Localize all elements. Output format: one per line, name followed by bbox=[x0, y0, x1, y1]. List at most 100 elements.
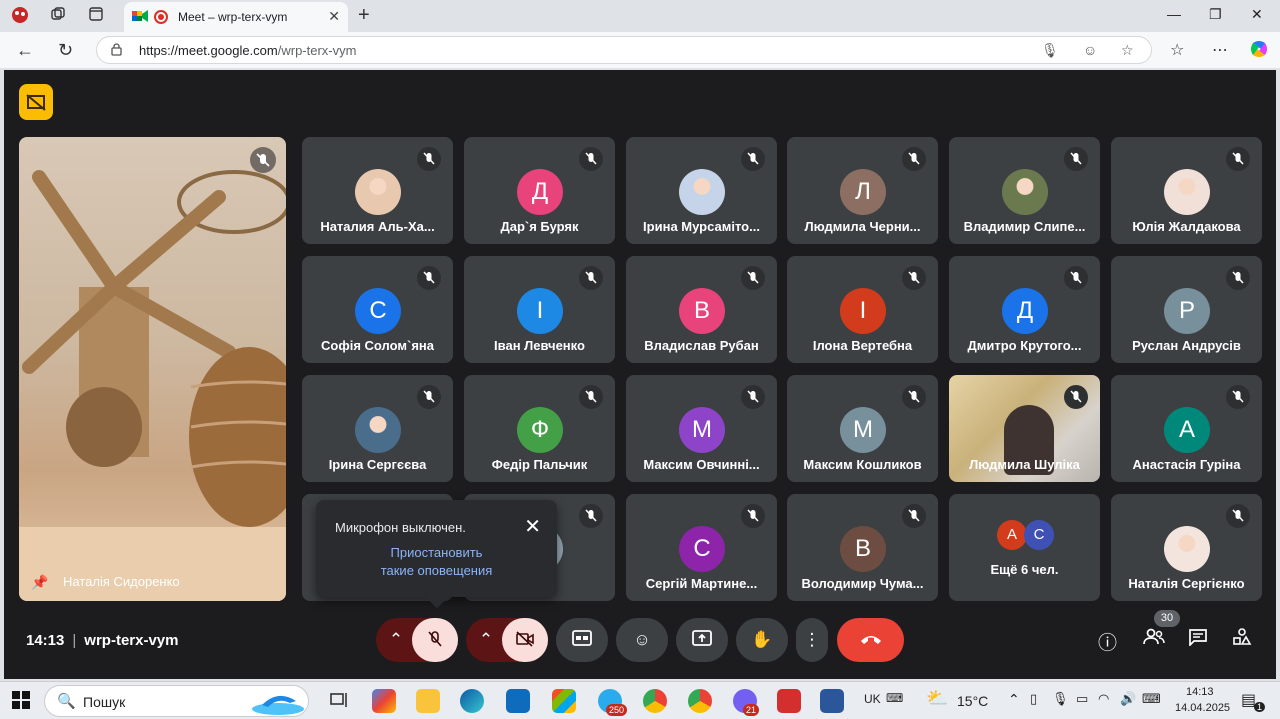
participant-name: Максим Овчинні... bbox=[643, 457, 760, 472]
tab-actions-icon[interactable] bbox=[86, 6, 106, 26]
back-button[interactable]: ← bbox=[16, 40, 34, 61]
present-icon bbox=[676, 630, 728, 651]
acrobat-icon[interactable] bbox=[777, 689, 801, 713]
participant-tile[interactable]: А С Ещё 6 чел. bbox=[949, 494, 1100, 601]
copilot-icon[interactable] bbox=[1249, 39, 1269, 64]
tab-close-icon[interactable]: ✕ bbox=[328, 8, 340, 25]
participant-tile[interactable]: Ф Федір Пальчик bbox=[464, 375, 615, 482]
weather-temp[interactable]: 15°C bbox=[957, 693, 988, 709]
reload-button[interactable]: ↻ bbox=[58, 40, 73, 61]
participant-tile[interactable]: Ірина Сергєєва bbox=[302, 375, 453, 482]
profile-icon[interactable] bbox=[10, 6, 30, 26]
keyboard-icon[interactable]: ⌨ bbox=[886, 691, 903, 705]
meeting-details-icon[interactable]: ⓘ bbox=[1098, 628, 1117, 655]
tray-phone-icon[interactable]: ▯ bbox=[1030, 691, 1037, 707]
activities-icon[interactable] bbox=[1232, 628, 1252, 652]
leave-call-button[interactable] bbox=[837, 618, 904, 662]
people-icon[interactable] bbox=[1143, 628, 1165, 652]
mic-permission-icon[interactable]: 🎙 bbox=[1041, 42, 1059, 59]
favorite-star-icon[interactable]: ☆ bbox=[1121, 42, 1134, 59]
raise-hand-button[interactable]: ✋ bbox=[736, 618, 788, 662]
tray-chevron-icon[interactable]: ⌃ bbox=[1008, 691, 1020, 708]
captions-button[interactable] bbox=[556, 618, 608, 662]
participant-tile[interactable]: Наталия Аль-Ха... bbox=[302, 137, 453, 244]
tray-keyboard-icon[interactable]: ⌨ bbox=[1142, 691, 1161, 707]
participant-tile[interactable]: М Максим Кошликов bbox=[787, 375, 938, 482]
clock-date[interactable]: 14.04.2025 bbox=[1175, 702, 1230, 714]
participant-tile[interactable]: В Владислав Рубан bbox=[626, 256, 777, 363]
word-icon[interactable] bbox=[820, 689, 844, 713]
participant-name: Ещё 6 чел. bbox=[990, 562, 1059, 577]
mic-options-chevron-icon[interactable]: ⌃ bbox=[376, 630, 416, 650]
participant-tile[interactable]: Д Дмитро Крутого... bbox=[949, 256, 1100, 363]
tray-wifi-icon[interactable]: ◠ bbox=[1098, 691, 1109, 707]
participant-tile[interactable]: М Максим Овчинні... bbox=[626, 375, 777, 482]
tray-battery-icon[interactable]: ▭ bbox=[1076, 691, 1088, 707]
participant-tile[interactable]: І Ілона Вертебна bbox=[787, 256, 938, 363]
windows-start-icon[interactable] bbox=[10, 689, 34, 713]
participant-tile[interactable]: Л Людмила Черни... bbox=[787, 137, 938, 244]
meet-control-bar: 14:13 | wrp-terx-vym ⌃ ⌃ ☺ ✋ ⋮ ⓘ 30 bbox=[4, 610, 1276, 679]
copilot-taskbar-icon[interactable] bbox=[372, 689, 396, 713]
participant-name: Ірина Мурсаміто... bbox=[643, 219, 760, 234]
participant-name: Ілона Вертебна bbox=[812, 338, 913, 353]
participant-avatar: Ф bbox=[517, 407, 563, 453]
participant-tile[interactable]: Юлія Жалдакова bbox=[1111, 137, 1262, 244]
participant-tile[interactable]: Р Руслан Андрусів bbox=[1111, 256, 1262, 363]
participant-tile[interactable]: Наталія Сергієнко bbox=[1111, 494, 1262, 601]
more-options-button[interactable]: ⋮ bbox=[796, 618, 828, 662]
participant-tile[interactable]: Д Дар`я Буряк bbox=[464, 137, 615, 244]
window-close-button[interactable]: ✕ bbox=[1251, 6, 1263, 23]
taskbar-search-box[interactable]: 🔍 Пошук bbox=[44, 685, 309, 717]
more-avatar-c: С bbox=[1024, 520, 1054, 550]
participant-tile[interactable]: І Іван Левченко bbox=[464, 256, 615, 363]
search-icon: 🔍 bbox=[57, 693, 76, 710]
edge-icon[interactable] bbox=[460, 689, 484, 713]
mic-toggle-button[interactable] bbox=[412, 618, 458, 662]
pin-icon[interactable]: 📌 bbox=[31, 574, 48, 591]
toast-close-icon[interactable]: ✕ bbox=[524, 514, 541, 539]
participant-tile[interactable]: В Володимир Чума... bbox=[787, 494, 938, 601]
tray-mic-icon[interactable]: 🎙 bbox=[1052, 691, 1069, 707]
clock-time[interactable]: 14:13 bbox=[1186, 686, 1214, 698]
participant-tile[interactable]: Людмила Шуліка bbox=[949, 375, 1100, 482]
new-tab-button[interactable]: + bbox=[358, 4, 370, 27]
language-indicator[interactable]: UK bbox=[864, 692, 881, 706]
mic-off-icon bbox=[1226, 504, 1250, 528]
file-explorer-icon[interactable] bbox=[416, 689, 440, 713]
tab-meet[interactable]: Meet – wrp-terx-vym ✕ bbox=[124, 2, 348, 32]
participant-avatar: Д bbox=[517, 169, 563, 215]
present-screen-button[interactable] bbox=[676, 618, 728, 662]
camera-options-chevron-icon[interactable]: ⌃ bbox=[466, 630, 506, 650]
minimize-button[interactable]: — bbox=[1167, 6, 1181, 22]
chrome-profile-icon[interactable] bbox=[688, 689, 712, 713]
participant-avatar: С bbox=[679, 526, 725, 572]
emoji-icon[interactable]: ☺ bbox=[1083, 42, 1097, 58]
favorites-icon[interactable]: ☆ bbox=[1170, 40, 1184, 60]
chat-icon[interactable] bbox=[1188, 628, 1208, 652]
pinned-mic-off-icon bbox=[250, 147, 276, 173]
mic-off-icon bbox=[741, 385, 765, 409]
participant-tile[interactable]: Ірина Мурсаміто... bbox=[626, 137, 777, 244]
task-view-icon[interactable] bbox=[327, 689, 351, 713]
participant-photo-avatar bbox=[679, 169, 725, 215]
outlook-icon[interactable] bbox=[506, 689, 530, 713]
more-vertical-icon: ⋮ bbox=[803, 630, 821, 649]
participant-tile[interactable]: А Анастасія Гуріна bbox=[1111, 375, 1262, 482]
weather-cloud-icon[interactable]: ⛅ bbox=[926, 688, 948, 709]
participant-tile[interactable]: Владимир Слипе... bbox=[949, 137, 1100, 244]
tray-volume-icon[interactable]: 🔊 bbox=[1120, 691, 1136, 707]
chrome-icon[interactable] bbox=[643, 689, 667, 713]
reactions-button[interactable]: ☺ bbox=[616, 618, 668, 662]
participant-tile[interactable]: С Софія Солом`яна bbox=[302, 256, 453, 363]
camera-toggle-button[interactable] bbox=[502, 618, 548, 662]
caption-off-badge[interactable] bbox=[19, 84, 53, 120]
workspaces-icon[interactable] bbox=[48, 6, 68, 26]
participant-tile[interactable]: С Сергій Мартине... bbox=[626, 494, 777, 601]
toast-suspend-link[interactable]: Приостановить такие оповещения bbox=[316, 544, 557, 580]
more-menu-icon[interactable]: ⋯ bbox=[1212, 40, 1228, 60]
address-bar[interactable]: https://meet.google.com/wrp-terx-vym 🎙 ☺… bbox=[96, 36, 1152, 64]
store-icon[interactable] bbox=[552, 689, 576, 713]
maximize-button[interactable]: ❐ bbox=[1209, 6, 1222, 23]
pinned-video-tile[interactable]: 📌 Наталія Сидоренко bbox=[19, 137, 286, 601]
